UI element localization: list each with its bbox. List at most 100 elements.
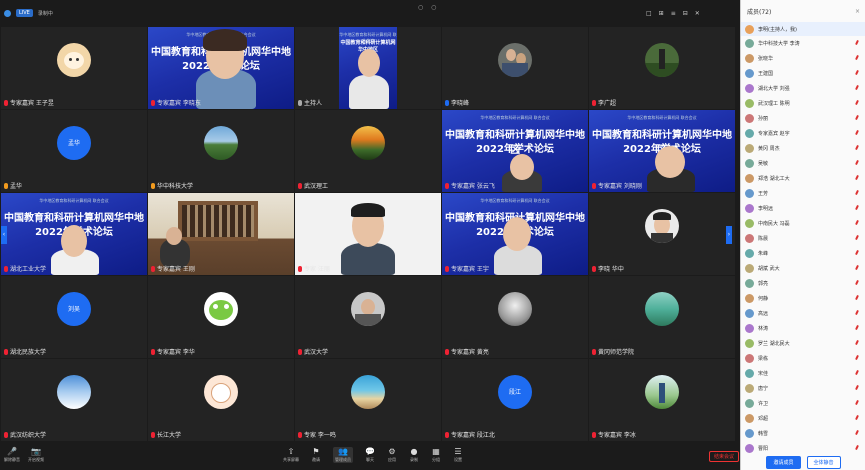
mic-muted-icon[interactable] (854, 400, 860, 406)
mic-muted-icon[interactable] (854, 40, 860, 46)
video-tile[interactable]: 段江 专家嘉宾 段江北 (442, 359, 588, 441)
video-tile[interactable]: 专家嘉宾 李冰 (589, 359, 735, 441)
video-tile[interactable]: 华中地区教育和科研计算机网 联合会议 中国教育和科研计算机网华中地区 2022年… (148, 27, 294, 109)
member-row[interactable]: 许卫 (741, 396, 865, 411)
next-page-button[interactable]: › (726, 226, 732, 244)
mic-muted-icon[interactable] (854, 130, 860, 136)
member-row[interactable]: 郑浩 湖北工大 (741, 171, 865, 186)
video-tile[interactable]: 长江大学 (148, 359, 294, 441)
member-row[interactable]: 黄冈 周杰 (741, 141, 865, 156)
member-row[interactable]: 湖北大学 刘强 (741, 81, 865, 96)
layout-icon[interactable]: ⊞ (659, 10, 664, 17)
video-tile[interactable]: 李广超 (589, 27, 735, 109)
menu-icon[interactable]: ≡ (671, 10, 676, 17)
member-row[interactable]: 何静 (741, 291, 865, 306)
member-row[interactable]: 韩雪 (741, 426, 865, 441)
pin-icon[interactable]: □ (646, 10, 652, 17)
mic-muted-icon[interactable] (854, 115, 860, 121)
member-row[interactable]: 梁栋 (741, 351, 865, 366)
video-tile[interactable]: 华中科技大学 (148, 110, 294, 192)
mic-muted-icon[interactable] (854, 70, 860, 76)
member-row[interactable]: 罗兰 湖北民大 (741, 336, 865, 351)
member-row[interactable]: 高远 (741, 306, 865, 321)
member-row[interactable]: 孙丽 (741, 111, 865, 126)
video-tile[interactable]: 华中地区教育和科研计算机网 联合会议 中国教育和科研计算机网华中地区 2022年… (442, 193, 588, 275)
invite-button[interactable]: ⚑ 邀请 (311, 447, 321, 463)
video-tile[interactable]: 武汉大学 (295, 276, 441, 358)
mute-all-button[interactable]: 全体静音 (806, 455, 841, 469)
mic-muted-icon[interactable] (854, 310, 860, 316)
video-tile[interactable]: 黄冈师范学院 (589, 276, 735, 358)
prev-page-button[interactable]: ‹ (1, 226, 7, 244)
mute-button[interactable]: 🎤 解除静音 (4, 447, 20, 463)
mic-muted-icon[interactable] (854, 250, 860, 256)
member-row[interactable]: 林涛 (741, 321, 865, 336)
close-icon[interactable]: × (855, 8, 860, 15)
video-tile[interactable]: 华中地区教育和科研计算机网 联合会议 中国教育和科研计算机网华中地区 2022年… (589, 110, 735, 192)
self-member-row[interactable]: 李明(主持人，我) (741, 22, 865, 36)
video-tile[interactable]: 华中地区教育和科研计算机网 联合会议 中国教育和科研计算机网华中地区 2022年… (442, 110, 588, 192)
invite-members-button[interactable]: 邀请成员 (766, 455, 801, 469)
mic-muted-icon[interactable] (854, 145, 860, 151)
mic-muted-icon[interactable] (854, 340, 860, 346)
settings-button[interactable]: ☰ 设置 (453, 447, 463, 463)
mic-muted-icon[interactable] (854, 280, 860, 286)
minimize-icon[interactable]: ⊟ (683, 10, 688, 17)
video-tile[interactable]: 专家嘉宾 王刚 (148, 193, 294, 275)
video-tile[interactable]: 专家嘉宾 黄亮 (442, 276, 588, 358)
breakout-button[interactable]: ▦ 分组 (431, 447, 441, 463)
mic-muted-icon[interactable] (854, 100, 860, 106)
mic-muted-icon[interactable] (854, 415, 860, 421)
member-row[interactable]: 朱峰 (741, 246, 865, 261)
mic-muted-icon[interactable] (854, 55, 860, 61)
member-row[interactable]: 宋佳 (741, 366, 865, 381)
live-badge[interactable]: LIVE (16, 9, 33, 17)
member-row[interactable]: 专家嘉宾 赵宇 (741, 126, 865, 141)
video-tile[interactable]: 李晓 华中 (589, 193, 735, 275)
member-row[interactable]: 胡斌 武大 (741, 261, 865, 276)
member-row[interactable]: 王建国 (741, 66, 865, 81)
member-row[interactable]: 陈晨 (741, 231, 865, 246)
member-row[interactable]: 武汉理工 陈明 (741, 96, 865, 111)
mic-muted-icon[interactable] (854, 160, 860, 166)
member-row[interactable]: 邓超 (741, 411, 865, 426)
member-row[interactable]: 唐宁 (741, 381, 865, 396)
mic-muted-icon[interactable] (854, 430, 860, 436)
video-tile[interactable]: 华中地区教育和科研计算机网 联合会议 中国教育和科研计算机网华中地区 2022年… (1, 193, 147, 275)
video-tile[interactable]: 专家嘉宾 李华 (148, 276, 294, 358)
mic-muted-icon[interactable] (854, 385, 860, 391)
mic-muted-icon[interactable] (854, 220, 860, 226)
mic-muted-icon[interactable] (854, 205, 860, 211)
video-tile[interactable]: 专家 李一鸣 (295, 359, 441, 441)
video-button[interactable]: 📷 开启视频 (28, 447, 44, 463)
video-tile[interactable]: 孟华 孟华 (1, 110, 147, 192)
apps-button[interactable]: ⚙ 应用 (387, 447, 397, 463)
video-tile[interactable]: 刘吴 湖北民族大学 (1, 276, 147, 358)
mic-muted-icon[interactable] (854, 370, 860, 376)
member-row[interactable]: 郭亮 (741, 276, 865, 291)
mic-muted-icon[interactable] (854, 295, 860, 301)
mic-muted-icon[interactable] (854, 445, 860, 451)
video-tile[interactable]: 专家 汪丽 (295, 193, 441, 275)
end-meeting-button[interactable]: 结束会议 (709, 451, 740, 462)
chat-button[interactable]: 💬 聊天 (365, 447, 375, 463)
network-icon[interactable] (4, 9, 11, 17)
manage-members-button[interactable]: 👥 管理成员 (333, 447, 353, 463)
member-row[interactable]: 王芳 (741, 186, 865, 201)
mic-muted-icon[interactable] (854, 235, 860, 241)
video-tile[interactable]: 华中地区教育和科研计算机网 联合会议 中国教育和科研计算机网华中地区 主持人 (295, 27, 441, 109)
member-row[interactable]: 张晓华 (741, 51, 865, 66)
share-screen-button[interactable]: ⇧ 共享屏幕 (283, 447, 299, 463)
member-row[interactable]: 李明远 (741, 201, 865, 216)
mic-muted-icon[interactable] (854, 175, 860, 181)
member-row[interactable]: 中南民大 冯磊 (741, 216, 865, 231)
member-row[interactable]: 吴敏 (741, 156, 865, 171)
close-icon[interactable]: ✕ (695, 10, 700, 17)
mic-muted-icon[interactable] (854, 265, 860, 271)
video-tile[interactable]: 李晓峰 (442, 27, 588, 109)
video-tile[interactable]: 专家嘉宾 王子昱 (1, 27, 147, 109)
mic-muted-icon[interactable] (854, 85, 860, 91)
mic-muted-icon[interactable] (854, 355, 860, 361)
mic-muted-icon[interactable] (854, 325, 860, 331)
video-tile[interactable]: 武汉理工 (295, 110, 441, 192)
